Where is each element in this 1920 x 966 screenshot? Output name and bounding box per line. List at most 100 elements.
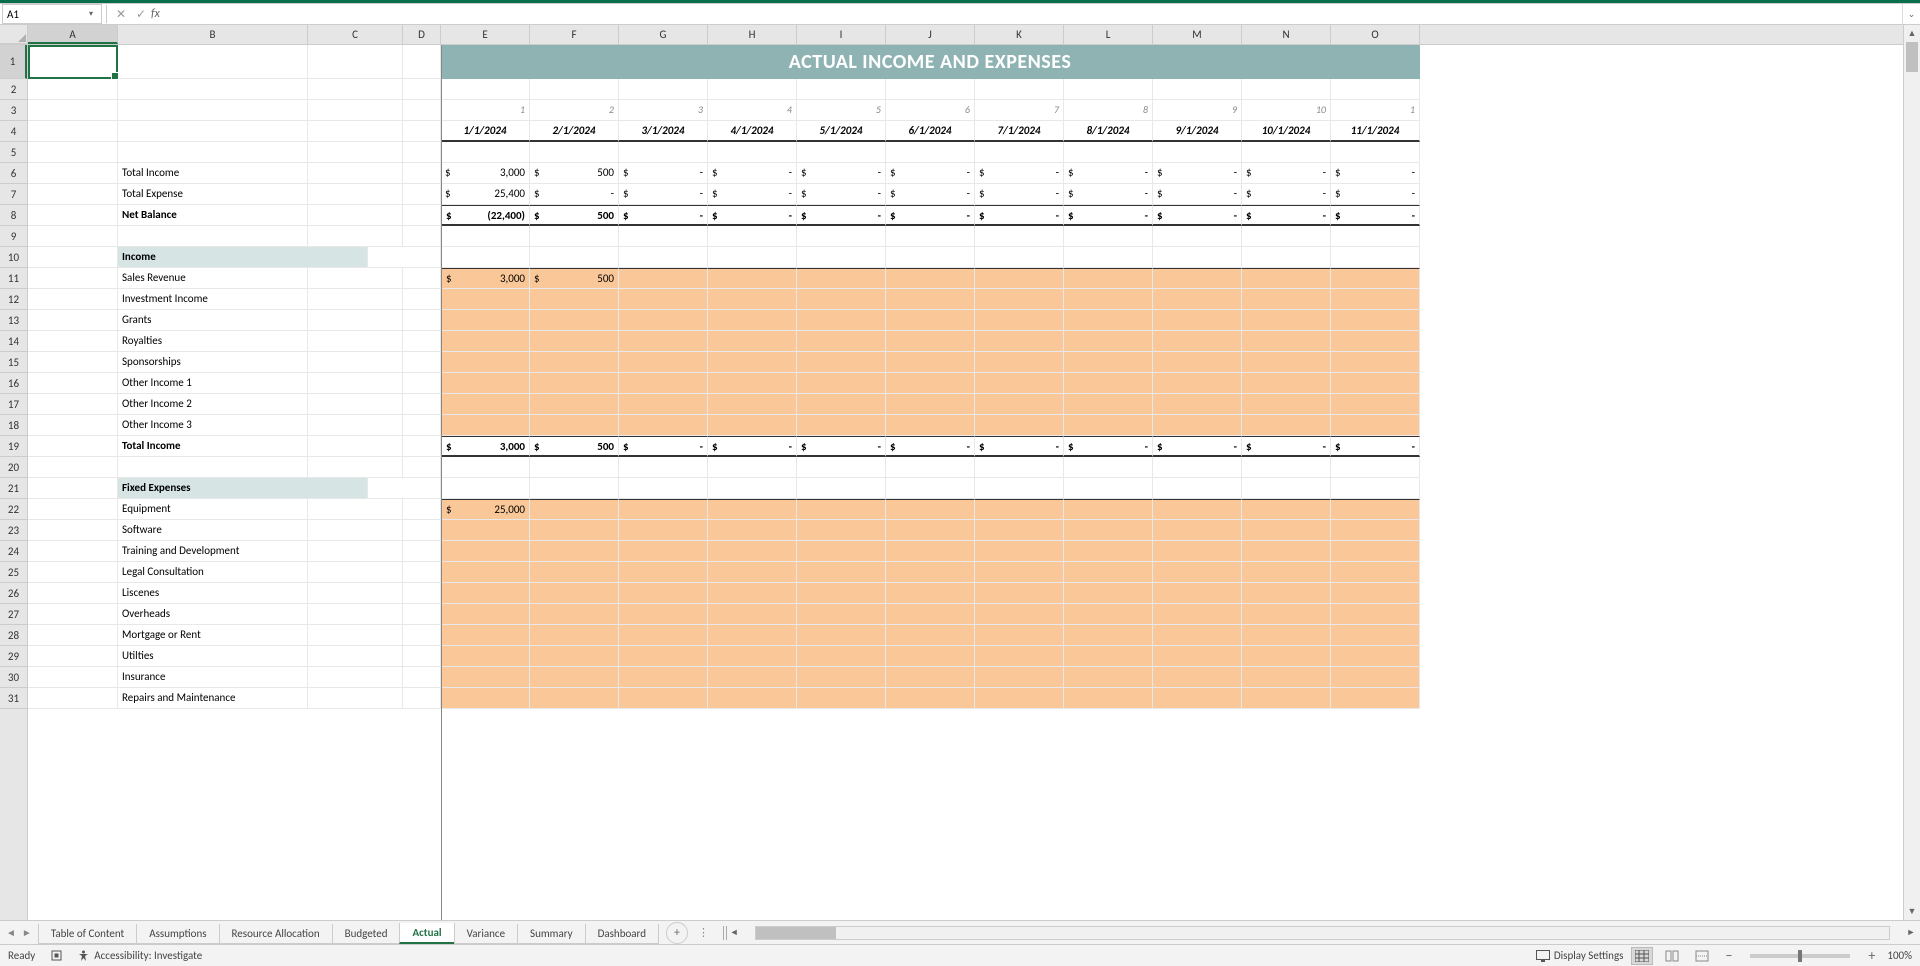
- cell[interactable]: [28, 247, 118, 268]
- cell[interactable]: 8: [1064, 100, 1153, 121]
- cell[interactable]: [1064, 478, 1153, 499]
- cell[interactable]: [308, 625, 403, 646]
- cell[interactable]: [975, 562, 1064, 583]
- cell[interactable]: [1331, 604, 1420, 625]
- cell[interactable]: [530, 688, 619, 709]
- col-header-D[interactable]: D: [403, 25, 441, 44]
- cell[interactable]: [530, 415, 619, 436]
- cell[interactable]: [1064, 667, 1153, 688]
- cell[interactable]: [1064, 331, 1153, 352]
- cell[interactable]: [403, 457, 441, 478]
- row-header-24[interactable]: 24: [0, 541, 27, 562]
- cell[interactable]: Liscenes: [118, 583, 308, 604]
- cell[interactable]: $3,000: [441, 163, 530, 184]
- cell[interactable]: [975, 352, 1064, 373]
- sheet-tab-actual[interactable]: Actual: [399, 923, 454, 944]
- cell[interactable]: [441, 310, 530, 331]
- cell[interactable]: Fixed Expenses: [118, 478, 368, 499]
- cell[interactable]: [403, 520, 441, 541]
- cell[interactable]: [28, 541, 118, 562]
- cell[interactable]: [1153, 667, 1242, 688]
- cell[interactable]: [28, 205, 118, 226]
- cell[interactable]: [1242, 268, 1331, 289]
- cell[interactable]: [530, 583, 619, 604]
- zoom-slider[interactable]: [1750, 954, 1850, 958]
- cell[interactable]: [1242, 541, 1331, 562]
- cell[interactable]: [975, 289, 1064, 310]
- cell[interactable]: [308, 289, 403, 310]
- col-header-E[interactable]: E: [441, 25, 530, 44]
- cell[interactable]: [441, 667, 530, 688]
- scroll-thumb[interactable]: [1906, 42, 1918, 72]
- cell[interactable]: [619, 310, 708, 331]
- cell[interactable]: [530, 646, 619, 667]
- cell[interactable]: Equipment: [118, 499, 308, 520]
- cell[interactable]: [403, 583, 441, 604]
- cell[interactable]: [975, 268, 1064, 289]
- cell[interactable]: [308, 121, 403, 142]
- cell[interactable]: [530, 604, 619, 625]
- cell[interactable]: [1064, 625, 1153, 646]
- row-header-17[interactable]: 17: [0, 394, 27, 415]
- cell[interactable]: [797, 352, 886, 373]
- cell[interactable]: 10/1/2024: [1242, 121, 1331, 142]
- cell[interactable]: $-: [886, 163, 975, 184]
- cell[interactable]: [975, 499, 1064, 520]
- cell[interactable]: [886, 646, 975, 667]
- cell[interactable]: [530, 625, 619, 646]
- cell[interactable]: [886, 352, 975, 373]
- cell[interactable]: $-: [1331, 436, 1420, 457]
- display-settings-button[interactable]: Display Settings: [1536, 949, 1624, 962]
- cell[interactable]: [530, 457, 619, 478]
- cell[interactable]: [708, 331, 797, 352]
- cell[interactable]: [1242, 646, 1331, 667]
- cell[interactable]: 4: [708, 100, 797, 121]
- cell[interactable]: [28, 415, 118, 436]
- cell[interactable]: Total Income: [118, 163, 308, 184]
- col-header-J[interactable]: J: [886, 25, 975, 44]
- cell[interactable]: [28, 352, 118, 373]
- cell[interactable]: [530, 352, 619, 373]
- cell[interactable]: [308, 520, 403, 541]
- cell[interactable]: [403, 499, 441, 520]
- row-header-2[interactable]: 2: [0, 79, 27, 100]
- cell[interactable]: [1242, 79, 1331, 100]
- row-header-7[interactable]: 7: [0, 184, 27, 205]
- tab-nav-next-icon[interactable]: ►: [22, 926, 32, 939]
- cell[interactable]: $-: [886, 184, 975, 205]
- cell[interactable]: [403, 289, 441, 310]
- cell[interactable]: [1242, 352, 1331, 373]
- cell[interactable]: [1153, 688, 1242, 709]
- cell[interactable]: [1153, 415, 1242, 436]
- cell[interactable]: [441, 541, 530, 562]
- cell[interactable]: Overheads: [118, 604, 308, 625]
- cell[interactable]: [619, 268, 708, 289]
- cell[interactable]: [708, 499, 797, 520]
- cell[interactable]: [403, 415, 441, 436]
- cell[interactable]: [1153, 562, 1242, 583]
- cell[interactable]: [797, 310, 886, 331]
- cell[interactable]: [28, 562, 118, 583]
- cell[interactable]: [619, 289, 708, 310]
- row-header-29[interactable]: 29: [0, 646, 27, 667]
- cell[interactable]: [530, 499, 619, 520]
- cell[interactable]: [797, 646, 886, 667]
- cell[interactable]: $-: [1331, 184, 1420, 205]
- normal-view-button[interactable]: [1631, 947, 1653, 965]
- cell[interactable]: 10: [1242, 100, 1331, 121]
- select-all-corner[interactable]: [0, 25, 28, 44]
- cell[interactable]: [308, 499, 403, 520]
- cell[interactable]: [403, 688, 441, 709]
- cell[interactable]: [403, 625, 441, 646]
- cell[interactable]: [1153, 646, 1242, 667]
- cell[interactable]: [975, 331, 1064, 352]
- cell[interactable]: [28, 604, 118, 625]
- cell[interactable]: [118, 142, 308, 163]
- col-header-A[interactable]: A: [28, 25, 118, 44]
- cell[interactable]: [403, 562, 441, 583]
- cell[interactable]: [619, 142, 708, 163]
- cell[interactable]: [708, 79, 797, 100]
- cell[interactable]: [1331, 457, 1420, 478]
- cell[interactable]: [975, 394, 1064, 415]
- cell[interactable]: 2/1/2024: [530, 121, 619, 142]
